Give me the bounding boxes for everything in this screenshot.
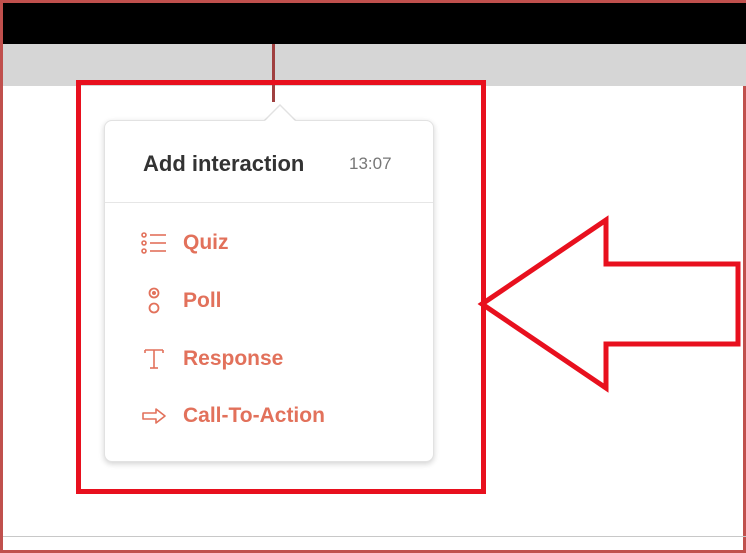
divider [3,536,746,537]
top-bar [3,3,746,44]
highlight-box [76,80,486,494]
left-pointing-arrow [477,215,741,393]
